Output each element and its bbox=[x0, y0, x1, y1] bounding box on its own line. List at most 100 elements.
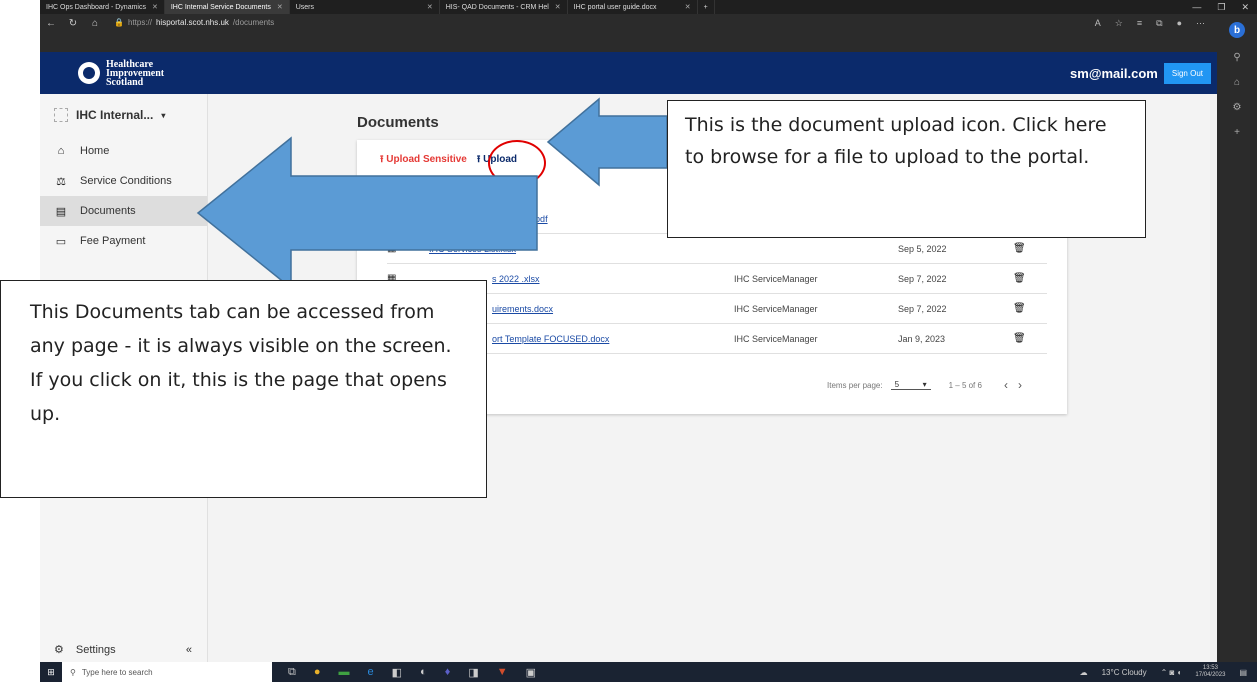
file-link[interactable]: IHC-fees-booklet-2020-21.pdf bbox=[429, 214, 548, 224]
outlook-mail-icon[interactable]: ◨ bbox=[468, 666, 478, 679]
gear-icon: ⚙ bbox=[54, 644, 64, 656]
url-field[interactable]: 🔒 https://hisportal.scot.nhs.uk/document… bbox=[114, 18, 274, 27]
file-date: Jan 9, 2023 bbox=[898, 333, 946, 344]
file-link[interactable]: s 2022 .xlsx bbox=[492, 274, 540, 284]
task-view-icon[interactable]: ⧉ bbox=[288, 666, 296, 679]
search-icon: ⚲ bbox=[70, 667, 76, 677]
clock-time: 13:53 bbox=[1202, 665, 1218, 671]
org-icon bbox=[54, 108, 68, 122]
upload-icon: ⭱ bbox=[476, 154, 481, 165]
word-icon[interactable]: ▣ bbox=[526, 666, 536, 679]
brave-icon[interactable]: ▼ bbox=[497, 666, 508, 679]
add-icon[interactable]: + bbox=[1234, 127, 1240, 138]
sidebar-item-fee-payment[interactable]: ▭ Fee Payment bbox=[40, 226, 207, 256]
sign-out-button[interactable]: Sign Out bbox=[1163, 62, 1211, 84]
read-aloud-icon[interactable]: A bbox=[1095, 18, 1101, 29]
close-icon[interactable]: ✕ bbox=[152, 3, 158, 11]
org-selector[interactable]: IHC Internal... ▾ bbox=[40, 94, 207, 136]
edge-sidebar: b ⚲ ⌂ ⚙ + bbox=[1217, 14, 1257, 662]
delete-icon[interactable]: 🗑 bbox=[1013, 333, 1026, 344]
logo[interactable]: Healthcare Improvement Scotland bbox=[78, 59, 164, 87]
next-page-icon[interactable]: › bbox=[1018, 378, 1032, 392]
system-tray: ☁ 13°C Cloudy ⌃ ◙ ◖ 13:53 17/04/2023 ▤ bbox=[1080, 665, 1257, 679]
outlook-icon[interactable]: ◧ bbox=[392, 666, 402, 679]
bing-icon[interactable]: b bbox=[1229, 22, 1245, 38]
url-host: hisportal.scot.nhs.uk bbox=[155, 18, 229, 27]
file-link[interactable]: IHC Services List.xlsx bbox=[429, 244, 516, 254]
page-nav: ‹› bbox=[1004, 378, 1032, 392]
items-per-page-select[interactable]: 5 ▾ bbox=[890, 380, 931, 390]
minimize-icon[interactable]: — bbox=[1192, 2, 1201, 13]
taskbar: ⊞ ⚲ Type here to search ⧉ ● ▬ e ◧ ◐ ♦ ◨ … bbox=[40, 662, 1257, 682]
taskbar-apps: ⧉ ● ▬ e ◧ ◐ ♦ ◨ ▼ ▣ bbox=[288, 666, 536, 679]
close-window-icon[interactable]: ✕ bbox=[1241, 2, 1249, 13]
file-date: Sep 7, 2022 bbox=[898, 303, 947, 314]
file-date: Sep 7, 2022 bbox=[898, 273, 947, 284]
tab-ihc-documents[interactable]: IHC Internal Service Documents ✕ bbox=[164, 0, 290, 14]
logo-text: Healthcare Improvement Scotland bbox=[106, 59, 164, 87]
close-icon[interactable]: ✕ bbox=[427, 3, 433, 11]
page-range: 1 – 5 of 6 bbox=[948, 380, 982, 390]
profile-icon[interactable]: ● bbox=[1177, 18, 1182, 29]
window-controls: — ❐ ✕ bbox=[1192, 2, 1257, 13]
tools-icon[interactable]: ⚙ bbox=[1233, 102, 1242, 113]
teams-icon[interactable]: ♦ bbox=[445, 666, 451, 679]
tab-user-guide[interactable]: IHC portal user guide.docx ✕ bbox=[568, 0, 698, 14]
notifications-icon[interactable]: ▤ bbox=[1239, 668, 1247, 677]
tray-icons[interactable]: ⌃ ◙ ◖ bbox=[1161, 668, 1182, 677]
collapse-sidebar-button[interactable]: « bbox=[186, 644, 192, 656]
tab-title: IHC Ops Dashboard - Dynamics bbox=[46, 3, 146, 11]
sidebar-item-home[interactable]: ⌂ Home bbox=[40, 136, 207, 166]
close-icon[interactable]: ✕ bbox=[685, 3, 691, 11]
sidebar-item-settings[interactable]: ⚙ Settings « bbox=[40, 643, 208, 657]
clock-date: 17/04/2023 bbox=[1195, 672, 1226, 678]
org-name: IHC Internal... bbox=[76, 108, 154, 122]
weather-text[interactable]: 13°C Cloudy bbox=[1102, 668, 1147, 677]
edge-browser-icon[interactable]: ◐ bbox=[420, 666, 427, 679]
shopping-icon[interactable]: ⌂ bbox=[1234, 77, 1240, 88]
clock[interactable]: 13:53 17/04/2023 bbox=[1195, 665, 1225, 679]
sidebar-item-service-conditions[interactable]: ⚖ Service Conditions bbox=[40, 166, 207, 196]
browser-toolbar: A ☆ ≡ ⧉ ● ⋯ bbox=[1095, 18, 1217, 29]
taskbar-search[interactable]: ⚲ Type here to search bbox=[62, 662, 272, 682]
windows-start-icon[interactable]: ⊞ bbox=[40, 667, 62, 678]
spreadsheet-icon: ▦ bbox=[387, 243, 397, 254]
search-placeholder: Type here to search bbox=[81, 667, 153, 677]
file-link[interactable]: ort Template FOCUSED.docx bbox=[492, 334, 609, 344]
upload-callout: This is the document upload icon. Click … bbox=[667, 100, 1146, 238]
previous-page-icon[interactable]: ‹ bbox=[1004, 378, 1018, 392]
restore-icon[interactable]: ❐ bbox=[1217, 2, 1225, 13]
tab-ihc-ops[interactable]: IHC Ops Dashboard - Dynamics ✕ bbox=[40, 0, 165, 14]
favorite-icon[interactable]: ☆ bbox=[1115, 18, 1123, 29]
column-header-name[interactable]: Name bbox=[429, 186, 450, 195]
refresh-icon[interactable]: ↻ bbox=[62, 18, 84, 29]
file-owner: IHC ServiceManager bbox=[734, 333, 818, 344]
edge-icon[interactable]: e bbox=[368, 666, 374, 679]
delete-icon[interactable]: 🗑 bbox=[1013, 303, 1026, 314]
favorites-list-icon[interactable]: ≡ bbox=[1137, 18, 1142, 29]
chrome-icon[interactable]: ● bbox=[314, 666, 321, 679]
document-icon: ▤ bbox=[55, 205, 67, 218]
delete-icon[interactable]: 🗑 bbox=[1013, 243, 1026, 254]
close-icon[interactable]: ✕ bbox=[555, 3, 561, 11]
search-icon[interactable]: ⚲ bbox=[1233, 52, 1240, 63]
tab-title: IHC Internal Service Documents bbox=[170, 3, 271, 11]
collections-icon[interactable]: ⧉ bbox=[1156, 18, 1162, 29]
file-link[interactable]: uirements.docx bbox=[492, 304, 553, 314]
gavel-icon: ⚖ bbox=[56, 175, 66, 188]
more-icon[interactable]: ⋯ bbox=[1196, 18, 1205, 29]
delete-icon[interactable]: 🗑 bbox=[1013, 273, 1026, 284]
url-path: /documents bbox=[232, 18, 275, 27]
upload-sensitive-button[interactable]: ⭱ Upload Sensitive bbox=[380, 152, 467, 169]
url-prefix: https:// bbox=[127, 18, 152, 27]
upload-icon: ⭱ bbox=[380, 154, 384, 165]
tab-qad-documents[interactable]: HIS- QAD Documents - CRM Hel ✕ bbox=[440, 0, 568, 14]
close-icon[interactable]: ✕ bbox=[277, 3, 283, 11]
tab-users[interactable]: Users ✕ bbox=[290, 0, 440, 14]
new-tab-button[interactable]: + bbox=[698, 0, 715, 14]
weather-icon[interactable]: ☁ bbox=[1080, 668, 1088, 677]
home-icon[interactable]: ⌂ bbox=[84, 18, 106, 29]
file-explorer-icon[interactable]: ▬ bbox=[339, 666, 350, 679]
sidebar-item-documents[interactable]: ▤ Documents bbox=[40, 196, 207, 226]
back-icon[interactable]: ← bbox=[40, 18, 62, 29]
